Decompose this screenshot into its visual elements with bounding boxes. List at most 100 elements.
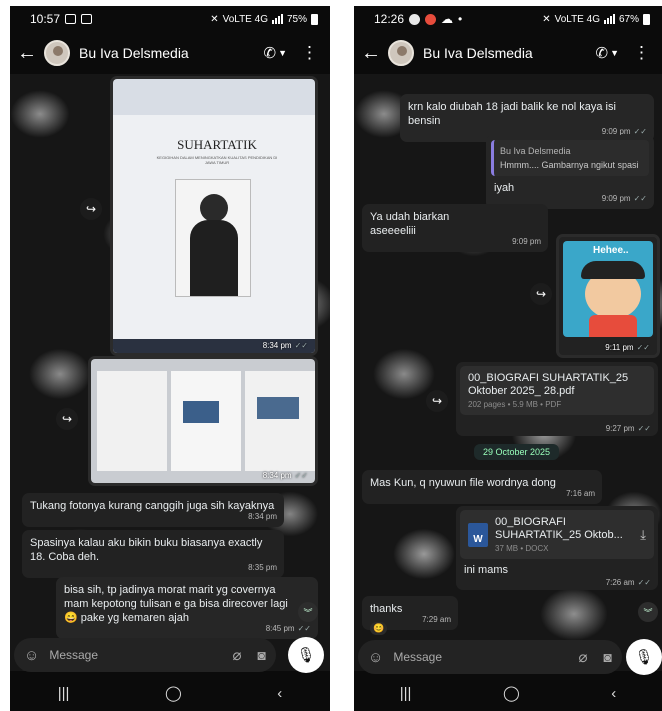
status-time: 10:57 (30, 12, 61, 26)
mic-button[interactable]: 🎙 (626, 639, 662, 675)
message-time: 8:45 pm (265, 624, 295, 633)
quoted-text: Hmmm.... Gambarnya ngikut spasi (500, 160, 639, 170)
message-meta: 8:34 pm (248, 510, 277, 524)
left-phone-screen: 10:57 ✕ VoLTE 4G 75% ← Bu Iva Delsmedia … (10, 6, 330, 711)
sticker-message[interactable]: Hehee.. 9:11 pm ✓✓ (556, 234, 660, 358)
docx-attachment[interactable]: W 00_BIOGRAFI SUHARTATIK_25 Oktob... 37 … (460, 510, 654, 559)
date-divider: 29 October 2025 (474, 444, 560, 460)
image-message[interactable]: 8:34 pm ✓✓ (88, 356, 318, 486)
reaction-emoji-icon[interactable]: 😊 (370, 622, 388, 635)
message-meta: 8:35 pm (248, 561, 277, 575)
contact-name[interactable]: Bu Iva Delsmedia (79, 45, 264, 61)
chat-header: ← Bu Iva Delsmedia ✆ ▼ ⋮ (10, 32, 330, 74)
camera-icon[interactable]: ◙ (604, 649, 612, 665)
message-placeholder: Message (49, 648, 99, 662)
back-arrow-icon[interactable]: ← (354, 42, 388, 65)
message-meta: 9:09 pm ✓✓ (602, 192, 647, 206)
message-time: 9:27 pm (605, 424, 635, 433)
message-time: 9:11 pm (605, 343, 634, 352)
quoted-sender: Bu Iva Delsmedia (500, 146, 571, 156)
chat-header: ← Bu Iva Delsmedia ✆ ▼ ⋮ (354, 32, 662, 74)
screenshot-toolbar (113, 79, 315, 115)
outgoing-reply-message[interactable]: Bu Iva Delsmedia Hmmm.... Gambarnya ngik… (486, 135, 654, 209)
outgoing-message[interactable]: bisa sih, tp jadinya morat marit yg cove… (56, 577, 318, 639)
message-text: Tukang fotonya kurang canggih juga sih k… (30, 500, 275, 512)
forward-icon[interactable]: ↪ (426, 390, 448, 412)
pdf-message[interactable]: 00_BIOGRAFI SUHARTATIK_25 Oktober 2025_ … (456, 362, 658, 436)
home-icon[interactable]: ◯ (165, 684, 182, 702)
incoming-message[interactable]: Mas Kun, q nyuwun file wordnya dong 7:16… (362, 470, 602, 504)
message-text: Spasinya kalau aku bikin buku biasanya e… (30, 537, 263, 563)
read-ticks-icon: ✓✓ (637, 578, 651, 587)
message-meta: 7:29 am (422, 613, 451, 627)
incoming-message[interactable]: Tukang fotonya kurang canggih juga sih k… (22, 493, 284, 527)
camera-icon[interactable]: ◙ (258, 647, 266, 663)
message-input[interactable]: ☺ Message ⌀ ◙ (14, 638, 276, 672)
system-nav-bar: ||| ◯ ‹ (354, 675, 662, 711)
pdf-attachment[interactable]: 00_BIOGRAFI SUHARTATIK_25 Oktober 2025_ … (460, 366, 654, 415)
message-meta: 8:45 pm ✓✓ (266, 622, 311, 636)
mic-button[interactable]: 🎙 (288, 637, 324, 673)
chevron-down-icon[interactable]: ▼ (610, 48, 619, 58)
message-meta: 9:09 pm (512, 235, 541, 249)
mute-icon: ✕ (210, 13, 219, 25)
message-meta: 9:27 pm ✓✓ (606, 424, 651, 433)
checkbox-icon (81, 14, 93, 24)
scroll-down-icon[interactable]: ︾ (298, 602, 318, 622)
gallery-icon (65, 14, 77, 24)
emoji-icon[interactable]: ☺ (368, 649, 383, 666)
forward-icon[interactable]: ↪ (530, 283, 552, 305)
call-icon[interactable]: ✆ (596, 44, 609, 62)
message-text: iyah (494, 182, 515, 194)
sticker-image: Hehee.. (563, 241, 653, 337)
read-ticks-icon: ✓✓ (636, 343, 650, 352)
emoji-icon[interactable]: ☺ (24, 647, 39, 664)
message-time: 7:29 am (422, 615, 451, 624)
home-icon[interactable]: ◯ (503, 684, 520, 702)
recents-icon[interactable]: ||| (400, 685, 412, 702)
signal-icon (271, 14, 283, 24)
status-time: 12:26 (374, 12, 405, 26)
sticker-caption: Hehee.. (593, 245, 629, 256)
back-icon[interactable]: ‹ (277, 685, 282, 702)
message-text: Mas Kun, q nyuwun file wordnya dong (370, 477, 556, 489)
avatar[interactable] (44, 40, 70, 66)
file-name: 00_BIOGRAFI SUHARTATIK_25 Oktob... (495, 516, 623, 541)
avatar[interactable] (388, 40, 414, 66)
message-time: 7:26 am (605, 578, 635, 587)
chevron-down-icon[interactable]: ▼ (278, 48, 287, 58)
read-ticks-icon: ✓✓ (294, 471, 308, 480)
call-icon[interactable]: ✆ (264, 44, 277, 62)
docx-message[interactable]: W 00_BIOGRAFI SUHARTATIK_25 Oktob... 37 … (456, 506, 658, 590)
image-message[interactable]: SUHARTATIK KEGIGIHAN DALAM MENINGKATKAN … (110, 76, 318, 356)
back-arrow-icon[interactable]: ← (10, 42, 44, 65)
battery-percent: 75% (286, 13, 307, 25)
message-time: 8:34 pm (248, 512, 277, 521)
file-name: 00_BIOGRAFI SUHARTATIK_25 Oktober 2025_ … (468, 372, 629, 397)
forward-icon[interactable]: ↪ (56, 408, 78, 430)
system-nav-bar: ||| ◯ ‹ (10, 675, 330, 711)
message-text: ini mams (464, 564, 509, 576)
message-text: krn kalo diubah 18 jadi balik ke nol kay… (408, 101, 616, 127)
incoming-message[interactable]: Ya udah biarkan aseeeeliii 9:09 pm (362, 204, 548, 252)
quoted-message[interactable]: Bu Iva Delsmedia Hmmm.... Gambarnya ngik… (491, 140, 649, 176)
more-options-icon[interactable]: ⋮ (301, 43, 318, 63)
message-time: 8:35 pm (248, 563, 277, 572)
download-icon[interactable]: ⤓ (640, 527, 646, 543)
battery-percent: 67% (618, 13, 639, 25)
attach-icon[interactable]: ⌀ (579, 648, 588, 666)
message-meta: 7:16 am (566, 487, 595, 501)
status-bar: 12:26 ☁ • ✕ VoLTE 4G 67% (354, 6, 662, 32)
back-icon[interactable]: ‹ (611, 685, 616, 702)
message-text: Ya udah biarkan aseeeeliii (370, 211, 450, 237)
incoming-message[interactable]: Spasinya kalau aku bikin buku biasanya e… (22, 530, 284, 578)
scroll-down-icon[interactable]: ︾ (638, 602, 658, 622)
contact-name[interactable]: Bu Iva Delsmedia (423, 45, 596, 61)
message-placeholder: Message (393, 650, 443, 664)
message-meta: 8:34 pm ✓✓ (263, 471, 308, 480)
more-options-icon[interactable]: ⋮ (633, 43, 650, 63)
message-input[interactable]: ☺ Message ⌀ ◙ (358, 640, 622, 674)
attach-icon[interactable]: ⌀ (233, 646, 242, 664)
forward-icon[interactable]: ↪ (80, 198, 102, 220)
recents-icon[interactable]: ||| (58, 685, 70, 702)
